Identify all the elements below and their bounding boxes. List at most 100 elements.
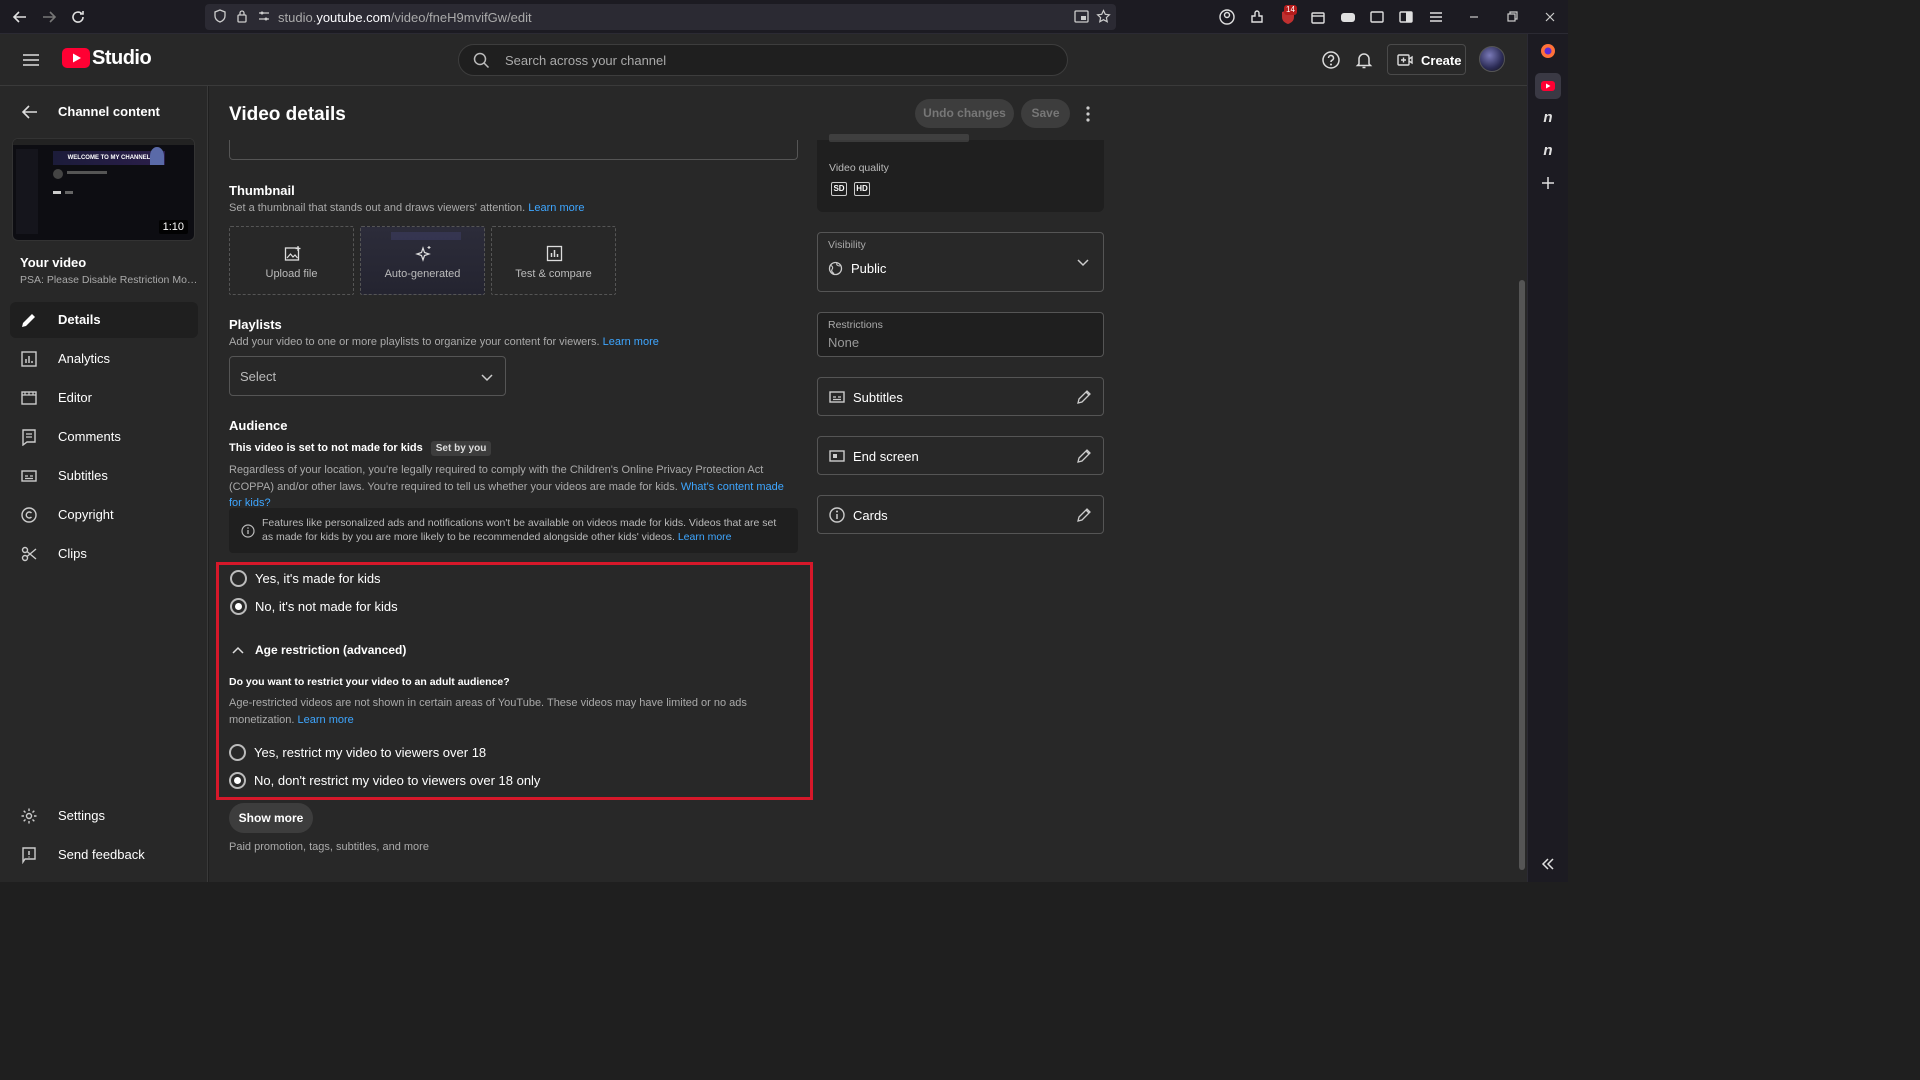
age-restrict-no-label[interactable]: No, don't restrict my video to viewers o… (254, 773, 540, 788)
nav-item-analytics[interactable]: Analytics (10, 341, 198, 377)
create-video-icon (1397, 52, 1413, 68)
subtitles-row[interactable]: Subtitles (817, 377, 1104, 416)
youtube-tab-button[interactable] (1535, 73, 1561, 99)
thumbnail-banner: WELCOME TO MY CHANNEL (53, 151, 165, 165)
lock-icon[interactable] (235, 9, 249, 23)
nav-label: Send feedback (58, 847, 145, 862)
notifications-bell-icon[interactable] (1354, 50, 1374, 70)
nav-label: Clips (58, 546, 87, 561)
menu-icon[interactable] (21, 50, 41, 70)
info-learn-more-link[interactable]: Learn more (678, 531, 732, 543)
age-restrict-yes-radio[interactable] (229, 744, 246, 761)
account-icon[interactable] (1218, 8, 1236, 26)
page-scrollbar[interactable] (1519, 280, 1525, 870)
save-button[interactable]: Save (1021, 99, 1070, 128)
back-arrow-icon[interactable] (11, 8, 29, 26)
age-restrict-no-radio[interactable] (229, 772, 246, 789)
collapse-sidebar-icon[interactable] (1539, 855, 1557, 873)
youtube-logo-icon[interactable] (62, 48, 90, 68)
sidebar-toggle-icon[interactable] (1397, 8, 1415, 26)
thumbnail-heading: Thumbnail (229, 183, 295, 198)
nav-item-comments[interactable]: Comments (10, 419, 198, 455)
end-screen-row[interactable]: End screen (817, 436, 1104, 475)
globe-icon (828, 261, 843, 276)
auto-generated-tile[interactable]: Auto-generated (360, 226, 485, 295)
made-for-kids-yes-label[interactable]: Yes, it's made for kids (255, 571, 381, 586)
playlists-learn-more-link[interactable]: Learn more (603, 336, 659, 348)
nav-item-settings[interactable]: Settings (10, 798, 198, 834)
chevron-down-icon (1076, 255, 1090, 269)
upload-file-tile[interactable]: Upload file (229, 226, 354, 295)
made-for-kids-yes-radio[interactable] (230, 570, 247, 587)
shield-icon[interactable] (213, 9, 227, 23)
permissions-icon[interactable] (257, 9, 271, 23)
end-screen-label: End screen (853, 449, 919, 464)
search-icon (473, 52, 490, 69)
test-compare-icon (546, 245, 563, 262)
add-panel-icon[interactable] (1539, 174, 1557, 192)
chevron-up-icon (231, 643, 245, 657)
edit-pencil-icon[interactable] (1075, 506, 1093, 524)
cards-row[interactable]: Cards (817, 495, 1104, 534)
visibility-select[interactable]: Visibility Public (817, 232, 1104, 292)
reload-icon[interactable] (69, 8, 87, 26)
video-thumbnail[interactable]: WELCOME TO MY CHANNEL 1:10 (12, 138, 195, 241)
page-title: Video details (229, 104, 346, 125)
picture-in-picture-icon[interactable] (1074, 9, 1089, 24)
nav-item-send-feedback[interactable]: Send feedback (10, 837, 198, 873)
playlist-select[interactable]: Select (229, 356, 506, 396)
nav-item-copyright[interactable]: Copyright (10, 497, 198, 533)
nav-label: Subtitles (58, 468, 108, 483)
search-box[interactable]: Search across your channel (458, 44, 1068, 76)
age-restriction-toggle[interactable]: Age restriction (advanced) (229, 641, 479, 659)
container-icon[interactable] (1309, 8, 1327, 26)
panel-clipped-text (829, 134, 969, 142)
browser-sidebar: n n (1527, 34, 1568, 882)
comments-icon (20, 428, 38, 446)
firefox-icon[interactable] (1539, 42, 1557, 60)
nav-label: Details (58, 312, 101, 327)
help-icon[interactable] (1321, 50, 1341, 70)
made-for-kids-no-label[interactable]: No, it's not made for kids (255, 599, 398, 614)
hamburger-menu-icon[interactable] (1427, 8, 1445, 26)
back-to-channel-content[interactable]: Channel content (20, 102, 200, 122)
upload-image-icon (284, 245, 301, 262)
subtitles-label: Subtitles (853, 390, 903, 405)
edit-pencil-icon[interactable] (1075, 447, 1093, 465)
notion-alt-icon[interactable]: n (1539, 142, 1557, 160)
auto-thumb-preview (391, 232, 461, 240)
edit-pencil-icon[interactable] (1075, 388, 1093, 406)
description-field-bottom[interactable] (229, 140, 798, 160)
video-info-panel: Video quality SD HD (817, 134, 1104, 212)
notion-icon[interactable]: n (1539, 109, 1557, 127)
nav-item-details[interactable]: Details (10, 302, 198, 338)
age-learn-more-link[interactable]: Learn more (298, 714, 354, 726)
made-for-kids-no-radio[interactable] (230, 598, 247, 615)
age-question: Do you want to restrict your video to an… (229, 676, 510, 688)
test-compare-tile[interactable]: Test & compare (491, 226, 616, 295)
extensions-icon[interactable] (1248, 8, 1266, 26)
nav-item-subtitles[interactable]: Subtitles (10, 458, 198, 494)
thumbnail-channel-icon (53, 169, 63, 179)
thumbnail-learn-more-link[interactable]: Learn more (528, 202, 584, 214)
game-controller-icon[interactable] (1339, 8, 1357, 26)
forward-arrow-icon[interactable] (40, 8, 58, 26)
nav-item-editor[interactable]: Editor (10, 380, 198, 416)
show-more-button[interactable]: Show more (229, 803, 313, 833)
nav-item-clips[interactable]: Clips (10, 536, 198, 572)
playlists-desc: Add your video to one or more playlists … (229, 336, 659, 348)
more-options-icon[interactable] (1082, 105, 1094, 123)
age-restrict-yes-label[interactable]: Yes, restrict my video to viewers over 1… (254, 745, 486, 760)
search-input[interactable]: Search across your channel (505, 53, 666, 68)
create-button[interactable]: Create (1387, 44, 1466, 75)
close-window-icon[interactable] (1543, 10, 1557, 24)
url-bar[interactable]: studio.youtube.com/video/fneH9mvifGw/edi… (205, 4, 1116, 30)
undo-changes-button[interactable]: Undo changes (915, 99, 1014, 128)
avatar[interactable] (1479, 46, 1505, 72)
restore-icon[interactable] (1505, 10, 1519, 24)
bookmark-star-icon[interactable] (1096, 9, 1111, 24)
thumbnail-button-alt (65, 191, 73, 194)
minimize-icon[interactable] (1467, 10, 1481, 24)
reader-view-icon[interactable] (1368, 8, 1386, 26)
analytics-icon (20, 350, 38, 368)
